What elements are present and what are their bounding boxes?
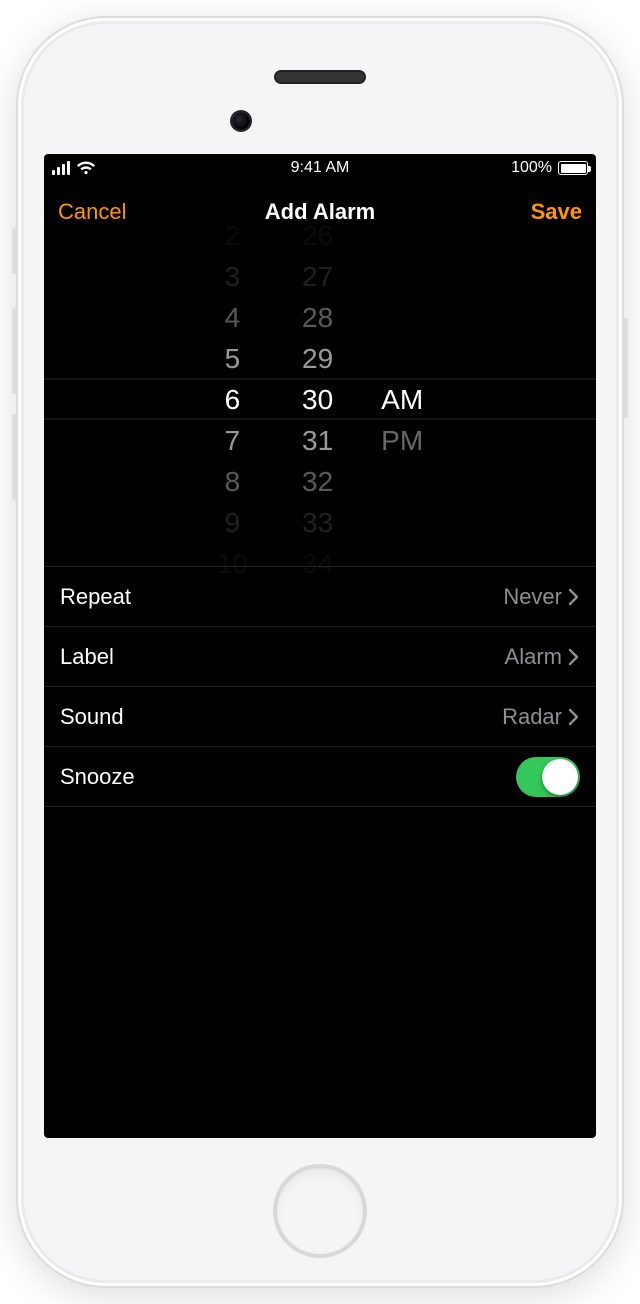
hour-option[interactable]: 5 [225, 338, 241, 379]
minute-option[interactable]: 26 [302, 215, 333, 256]
status-bar: 9:41 AM 100% [44, 154, 596, 182]
label-label: Label [60, 644, 505, 670]
minute-option[interactable]: 27 [302, 256, 333, 297]
chevron-right-icon [568, 648, 580, 666]
hour-option[interactable]: 10 [217, 543, 248, 584]
cancel-button[interactable]: Cancel [58, 199, 126, 225]
home-button[interactable] [273, 1164, 367, 1258]
minute-option[interactable]: 33 [302, 502, 333, 543]
chevron-right-icon [568, 708, 580, 726]
meridiem-picker-wheel[interactable]: . . . . AM PM . . . [359, 256, 443, 542]
minute-option[interactable]: 29 [302, 338, 333, 379]
iphone-device-frame: 9:41 AM 100% Cancel Add Alarm Save 2 3 4 [18, 18, 622, 1286]
hour-option[interactable]: 2 [225, 215, 241, 256]
hour-option[interactable]: 7 [225, 420, 241, 461]
meridiem-option[interactable]: PM [381, 420, 423, 461]
label-value: Alarm [505, 644, 568, 670]
status-time: 9:41 AM [291, 159, 350, 177]
wifi-icon [76, 161, 96, 175]
hour-selected[interactable]: 6 [225, 379, 241, 420]
hour-option[interactable]: 9 [225, 502, 241, 543]
battery-percent: 100% [511, 159, 552, 177]
volume-up-button [12, 308, 18, 394]
minute-option[interactable]: 31 [302, 420, 333, 461]
front-camera [232, 112, 250, 130]
sound-label: Sound [60, 704, 502, 730]
minute-selected[interactable]: 30 [302, 379, 333, 420]
hour-option[interactable]: 3 [225, 256, 241, 297]
repeat-label: Repeat [60, 584, 503, 610]
minute-option[interactable]: 28 [302, 297, 333, 338]
time-picker[interactable]: 2 3 4 5 6 7 8 9 10 26 27 28 29 30 31 [44, 256, 596, 542]
switch-knob [542, 759, 578, 795]
hour-picker-wheel[interactable]: 2 3 4 5 6 7 8 9 10 [197, 256, 276, 542]
label-cell[interactable]: Label Alarm [44, 627, 596, 687]
save-button[interactable]: Save [531, 199, 582, 225]
chevron-right-icon [568, 588, 580, 606]
minute-picker-wheel[interactable]: 26 27 28 29 30 31 32 33 34 [276, 256, 359, 542]
hour-option[interactable]: 4 [225, 297, 241, 338]
sound-value: Radar [502, 704, 568, 730]
repeat-value: Never [503, 584, 568, 610]
screen: 9:41 AM 100% Cancel Add Alarm Save 2 3 4 [44, 154, 596, 1138]
power-button [622, 318, 628, 418]
earpiece-speaker [276, 72, 364, 82]
snooze-toggle[interactable] [516, 757, 580, 797]
alarm-settings-list: Repeat Never Label Alarm Sound Radar [44, 566, 596, 807]
snooze-label: Snooze [60, 764, 516, 790]
cellular-signal-icon [52, 161, 70, 175]
volume-down-button [12, 414, 18, 500]
minute-option[interactable]: 32 [302, 461, 333, 502]
minute-option[interactable]: 34 [302, 543, 333, 584]
battery-icon [558, 161, 588, 175]
meridiem-selected[interactable]: AM [381, 379, 423, 420]
hour-option[interactable]: 8 [225, 461, 241, 502]
snooze-cell: Snooze [44, 747, 596, 807]
sound-cell[interactable]: Sound Radar [44, 687, 596, 747]
mute-switch [12, 228, 18, 274]
